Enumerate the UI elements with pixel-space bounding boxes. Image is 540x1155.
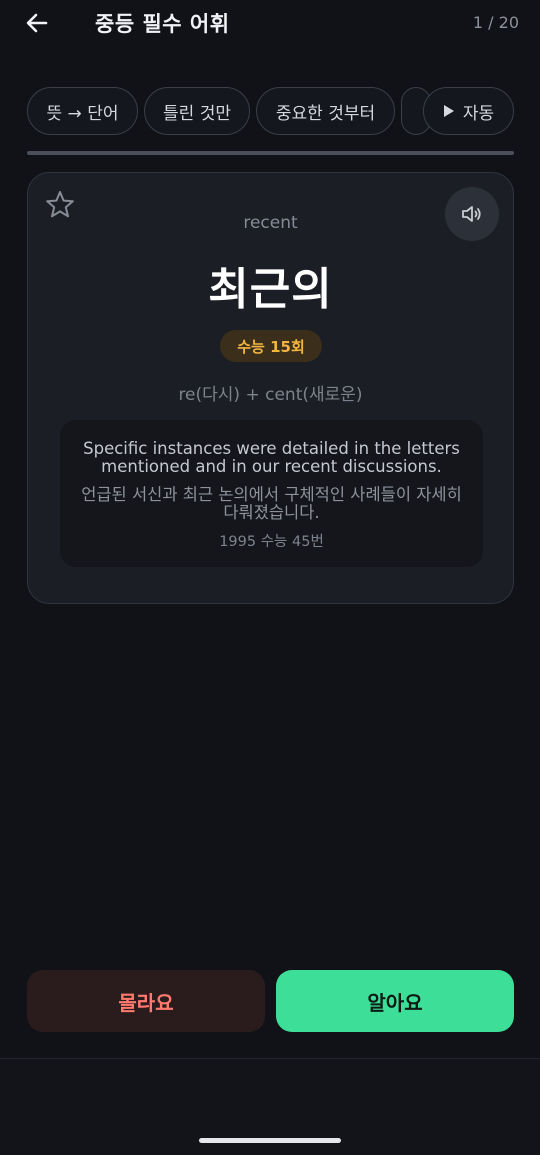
progress-counter: 1 / 20 bbox=[472, 13, 519, 32]
dont-know-button[interactable]: 몰라요 bbox=[27, 970, 265, 1032]
chip-label: 중요한 것부터 bbox=[275, 103, 376, 124]
know-button[interactable]: 알아요 bbox=[276, 970, 514, 1032]
english-word: recent bbox=[243, 213, 298, 233]
chip-label: 자동 bbox=[462, 103, 495, 124]
home-indicator[interactable] bbox=[199, 1138, 341, 1143]
chip-label: 틀린 것만 bbox=[163, 103, 231, 124]
example-box: Specific instances were detailed in the … bbox=[60, 420, 483, 567]
page-title: 중등 필수 어휘 bbox=[95, 12, 230, 36]
back-arrow-icon bbox=[26, 13, 48, 33]
flashcard[interactable]: recent 최근의 수능 15회 re(다시) + cent(새로운) Spe… bbox=[27, 172, 514, 604]
back-button[interactable] bbox=[20, 6, 54, 40]
chip-important-first[interactable]: 중요한 것부터 bbox=[256, 87, 395, 135]
example-source: 1995 수능 45번 bbox=[219, 534, 324, 550]
chip-label: 뜻 → 단어 bbox=[46, 103, 119, 124]
header: 중등 필수 어휘 1 / 20 bbox=[0, 0, 540, 48]
progress-bar-fill bbox=[27, 151, 514, 155]
frequency-badge: 수능 15회 bbox=[220, 330, 322, 362]
chip-wrong-only[interactable]: 틀린 것만 bbox=[144, 87, 250, 135]
filter-chip-row: 뜻 → 단어 틀린 것만 중요한 것부터 자동 bbox=[27, 87, 514, 135]
etymology-text: re(다시) + cent(새로운) bbox=[178, 385, 363, 405]
example-sentence-ko: 언급된 서신과 최근 논의에서 구체적인 사례들이 자세히 다뤄졌습니다. bbox=[81, 485, 462, 522]
chip-meaning-to-word[interactable]: 뜻 → 단어 bbox=[27, 87, 138, 135]
chip-auto-play[interactable]: 자동 bbox=[423, 87, 514, 135]
bottom-navigation-area bbox=[0, 1058, 540, 1155]
example-sentence-en: Specific instances were detailed in the … bbox=[83, 439, 460, 476]
korean-meaning: 최근의 bbox=[208, 264, 333, 315]
progress-bar bbox=[27, 151, 514, 155]
play-icon bbox=[443, 105, 454, 117]
